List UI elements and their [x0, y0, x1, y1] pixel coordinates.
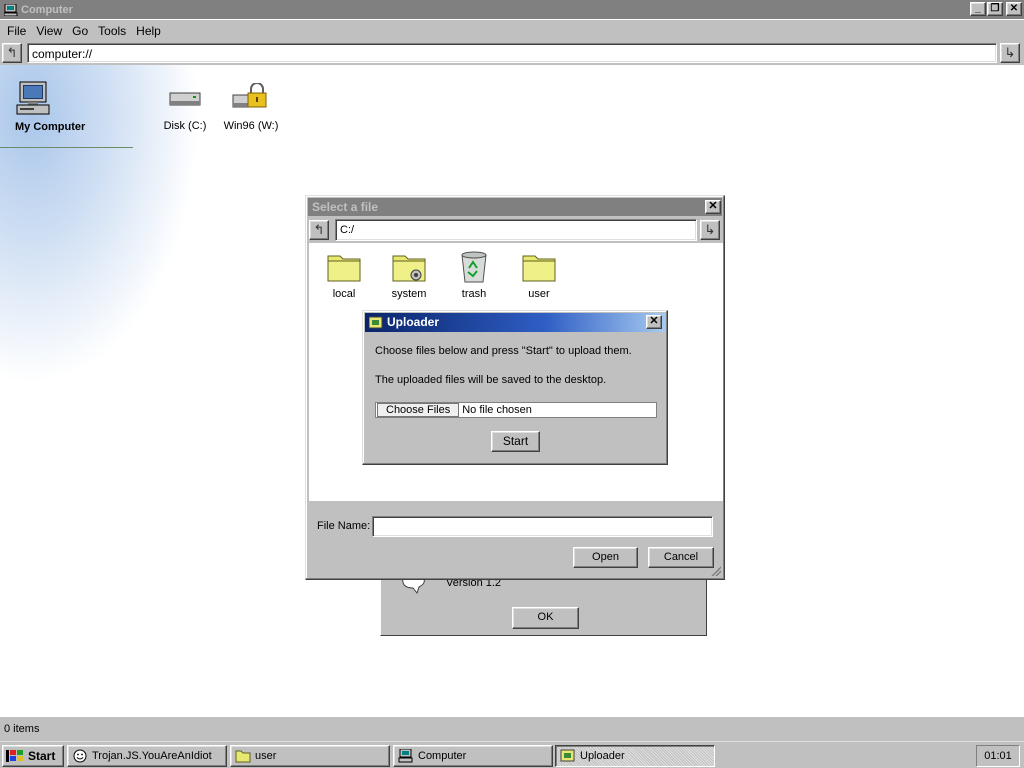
folder-trash-label: trash — [461, 288, 487, 300]
task-label: Uploader — [580, 750, 625, 762]
up-button[interactable]: ↰ — [2, 43, 22, 63]
folder-icon — [327, 255, 361, 282]
file-dialog-title[interactable]: Select a file — [308, 198, 722, 216]
file-name-input[interactable] — [372, 516, 713, 537]
task-user[interactable]: user — [230, 745, 390, 767]
folder-local-label: local — [332, 288, 356, 300]
up-arrow-icon: ↰ — [313, 222, 325, 237]
menu-go[interactable]: Go — [67, 22, 93, 40]
drive-w[interactable]: Win96 (W:) — [216, 82, 286, 132]
uploader-icon — [369, 316, 383, 329]
minimize-button[interactable]: _ — [970, 2, 986, 16]
folder-icon — [235, 750, 251, 763]
start-label: Start — [28, 749, 56, 763]
folder-trash[interactable]: trash — [444, 251, 504, 300]
choose-files-button[interactable]: Choose Files — [377, 403, 460, 417]
hard-disk-icon — [169, 92, 201, 106]
uploader-titlebar[interactable]: Uploader — [365, 313, 665, 332]
drive-w-label: Win96 (W:) — [223, 120, 279, 132]
folder-user-label: user — [528, 288, 550, 300]
sidebar-title: My Computer — [15, 121, 86, 133]
file-dialog-close-button[interactable]: ✕ — [705, 200, 721, 214]
sidebar-divider — [0, 147, 133, 148]
cancel-button[interactable]: Cancel — [648, 547, 714, 568]
address-bar: ↰ computer:// ↳ — [0, 41, 1024, 65]
open-button[interactable]: Open — [573, 547, 638, 568]
uploader-dialog: Uploader ✕ Choose files below and press … — [362, 310, 668, 465]
drive-c-label: Disk (C:) — [163, 120, 207, 132]
file-dialog-go-button[interactable]: ↳ — [700, 220, 720, 240]
task-youareanidiot[interactable]: Trojan.JS.YouAreAnIdiot — [67, 745, 227, 767]
file-name-label: File Name: — [317, 520, 371, 532]
go-arrow-icon: ↳ — [704, 222, 716, 237]
taskbar-clock: 01:01 — [976, 745, 1020, 767]
close-button[interactable]: ✕ — [1006, 2, 1022, 16]
status-bar: 0 items — [0, 716, 1024, 741]
computer-icon — [398, 749, 413, 763]
folder-system[interactable]: system — [379, 251, 439, 300]
menu-bar: File View Go Tools Help — [0, 20, 1024, 41]
no-file-text: No file chosen — [462, 404, 532, 416]
menu-tools[interactable]: Tools — [93, 22, 131, 40]
resize-grip[interactable] — [711, 566, 721, 576]
recycle-bin-icon — [461, 251, 487, 283]
uploader-message-1: Choose files below and press "Start" to … — [375, 345, 632, 357]
uploader-message-2: The uploaded files will be saved to the … — [375, 374, 607, 386]
system-folder-icon — [392, 255, 426, 282]
computer-icon — [4, 3, 18, 16]
folder-icon — [522, 255, 556, 282]
task-label: user — [255, 750, 277, 762]
menu-view[interactable]: View — [31, 22, 67, 40]
folder-user[interactable]: user — [509, 251, 569, 300]
menu-help[interactable]: Help — [131, 22, 166, 40]
task-computer[interactable]: Computer — [393, 745, 553, 767]
task-label: Trojan.JS.YouAreAnIdiot — [92, 750, 212, 762]
start-button[interactable]: Start — [2, 745, 64, 767]
uploader-title: Uploader — [387, 315, 440, 329]
file-dialog-path-row: ↰ C:/ ↳ — [309, 219, 723, 241]
about-ok-button[interactable]: OK — [512, 607, 579, 629]
address-input[interactable]: computer:// — [27, 43, 997, 63]
file-dialog-path-input[interactable]: C:/ — [335, 219, 697, 241]
go-button[interactable]: ↳ — [1000, 43, 1020, 63]
file-dialog-up-button[interactable]: ↰ — [309, 220, 329, 240]
start-upload-button[interactable]: Start — [491, 431, 540, 452]
task-label: Computer — [418, 750, 467, 762]
smiley-icon — [73, 749, 87, 763]
taskbar: Start Trojan.JS.YouAreAnIdiot user Compu… — [0, 741, 1024, 768]
menu-file[interactable]: File — [2, 22, 31, 40]
folder-system-label: system — [391, 288, 427, 300]
go-arrow-icon: ↳ — [1004, 45, 1016, 60]
restore-button[interactable]: ❐ — [987, 2, 1003, 16]
folder-local[interactable]: local — [314, 251, 374, 300]
file-input[interactable]: Choose Files No file chosen — [375, 402, 657, 418]
my-computer-icon — [16, 81, 50, 115]
uploader-close-button[interactable]: ✕ — [646, 315, 662, 329]
window-titlebar[interactable]: Computer _ ❐ ✕ — [0, 0, 1024, 19]
window-title: Computer — [21, 3, 73, 16]
drive-c[interactable]: Disk (C:) — [150, 83, 220, 132]
status-text: 0 items — [4, 723, 40, 735]
windows-logo-icon — [6, 750, 23, 762]
uploader-icon — [560, 749, 575, 762]
up-arrow-icon: ↰ — [6, 45, 18, 60]
locked-drive-icon — [232, 82, 267, 108]
task-uploader[interactable]: Uploader — [555, 745, 715, 767]
